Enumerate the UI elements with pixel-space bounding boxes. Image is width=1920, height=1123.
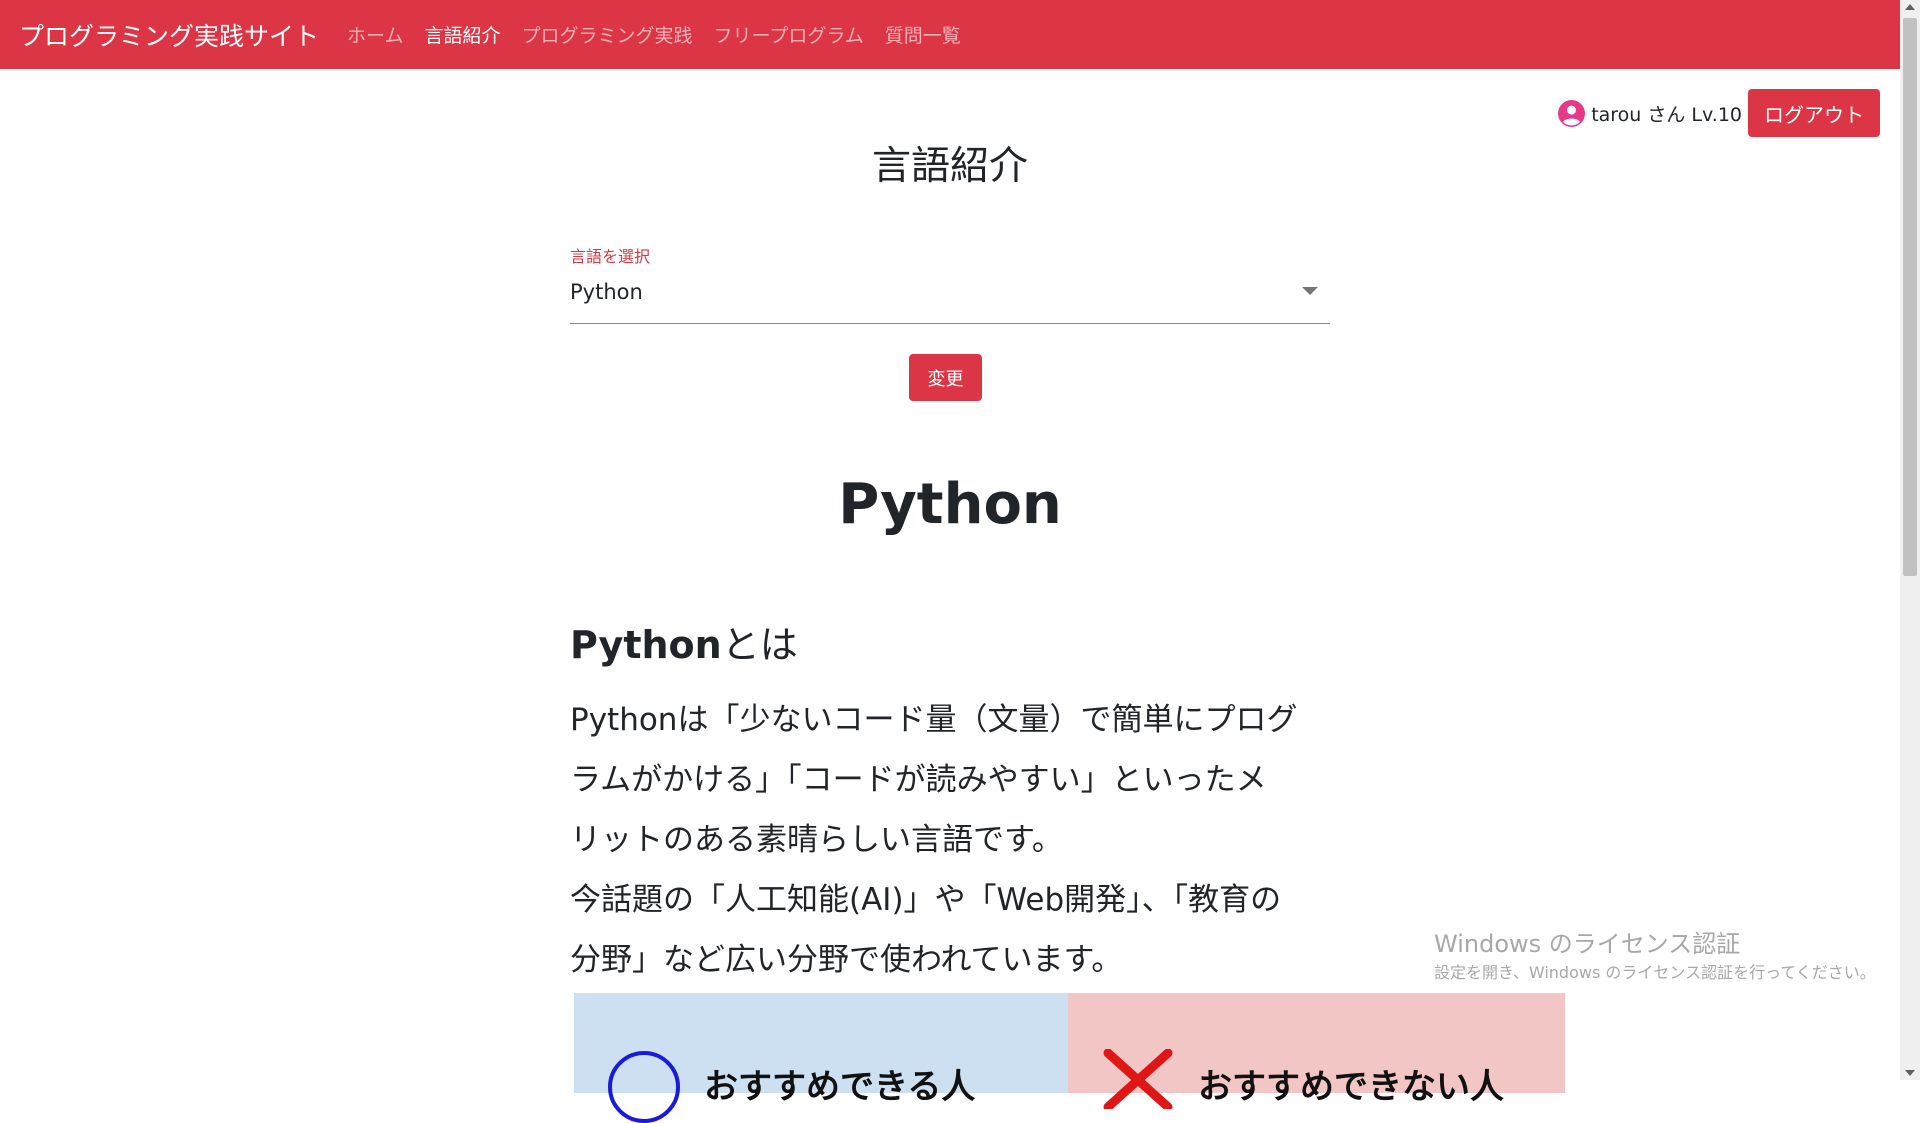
paragraph-line: 今話題の「人工知能(AI)」や「Web開発」、「教育の [570, 882, 1282, 918]
nav-link-questions[interactable]: 質問一覧 [885, 21, 961, 48]
paragraph-line: 分野」など広い分野で使われています。 [570, 942, 1123, 978]
user-area: tarou さん Lv.10 ログアウト [1558, 89, 1880, 137]
paragraph-line: Pythonは「少ないコード量（文量）で簡単にプログ [570, 702, 1298, 738]
windows-activation-title: Windows のライセンス認証 [1434, 930, 1741, 958]
windows-activation-subtitle: 設定を開き、Windows のライセンス認証を行ってください。 [1434, 963, 1876, 982]
cross-icon [1103, 1049, 1173, 1109]
circle-icon [608, 1051, 680, 1123]
scroll-up-icon[interactable] [1905, 4, 1915, 10]
description-paragraph: Pythonは「少ないコード量（文量）で簡単にプログ ラムがかける」「コードが読… [570, 690, 1340, 990]
recommended-label: おすすめできる人 [704, 1067, 976, 1107]
site-brand[interactable]: プログラミング実践サイト [19, 17, 319, 53]
nav-link-home[interactable]: ホーム [347, 21, 403, 48]
chevron-down-icon [1302, 287, 1318, 295]
page-title: 言語紹介 [871, 144, 1028, 189]
nav-link-free-program[interactable]: フリープログラム [713, 21, 863, 48]
paragraph-line: ラムがかける」「コードが読みやすい」といったメ [570, 762, 1267, 798]
not-recommended-panel: おすすめできない人 [1068, 993, 1565, 1109]
scroll-down-icon[interactable] [1905, 1070, 1915, 1076]
language-title: Python [838, 472, 1062, 537]
select-label: 言語を選択 [570, 247, 651, 266]
language-select[interactable]: Python [570, 276, 1330, 324]
top-navbar: プログラミング実践サイト ホーム 言語紹介 プログラミング実践 フリープログラム… [0, 0, 1900, 69]
logout-button[interactable]: ログアウト [1748, 89, 1880, 137]
section-heading: Pythonとは [570, 614, 798, 669]
recommendation-image: おすすめできる人 おすすめできない人 [574, 993, 1565, 1123]
user-circle-icon [1558, 99, 1586, 127]
change-button[interactable]: 変更 [909, 354, 982, 401]
user-name-level: tarou さん Lv.10 [1591, 103, 1742, 126]
vertical-scrollbar[interactable] [1900, 0, 1920, 1080]
language-select-value: Python [570, 280, 643, 304]
recommended-panel: おすすめできる人 [574, 993, 1068, 1123]
section-heading-rest: とは [721, 623, 798, 667]
nav-link-language-intro[interactable]: 言語紹介 [424, 21, 500, 48]
nav-link-programming-practice[interactable]: プログラミング実践 [521, 21, 692, 48]
section-heading-bold: Python [570, 623, 722, 667]
paragraph-line: リットのある素晴らしい言語です。 [570, 822, 1063, 858]
scrollbar-thumb[interactable] [1903, 18, 1917, 576]
not-recommended-label: おすすめできない人 [1198, 1067, 1504, 1107]
